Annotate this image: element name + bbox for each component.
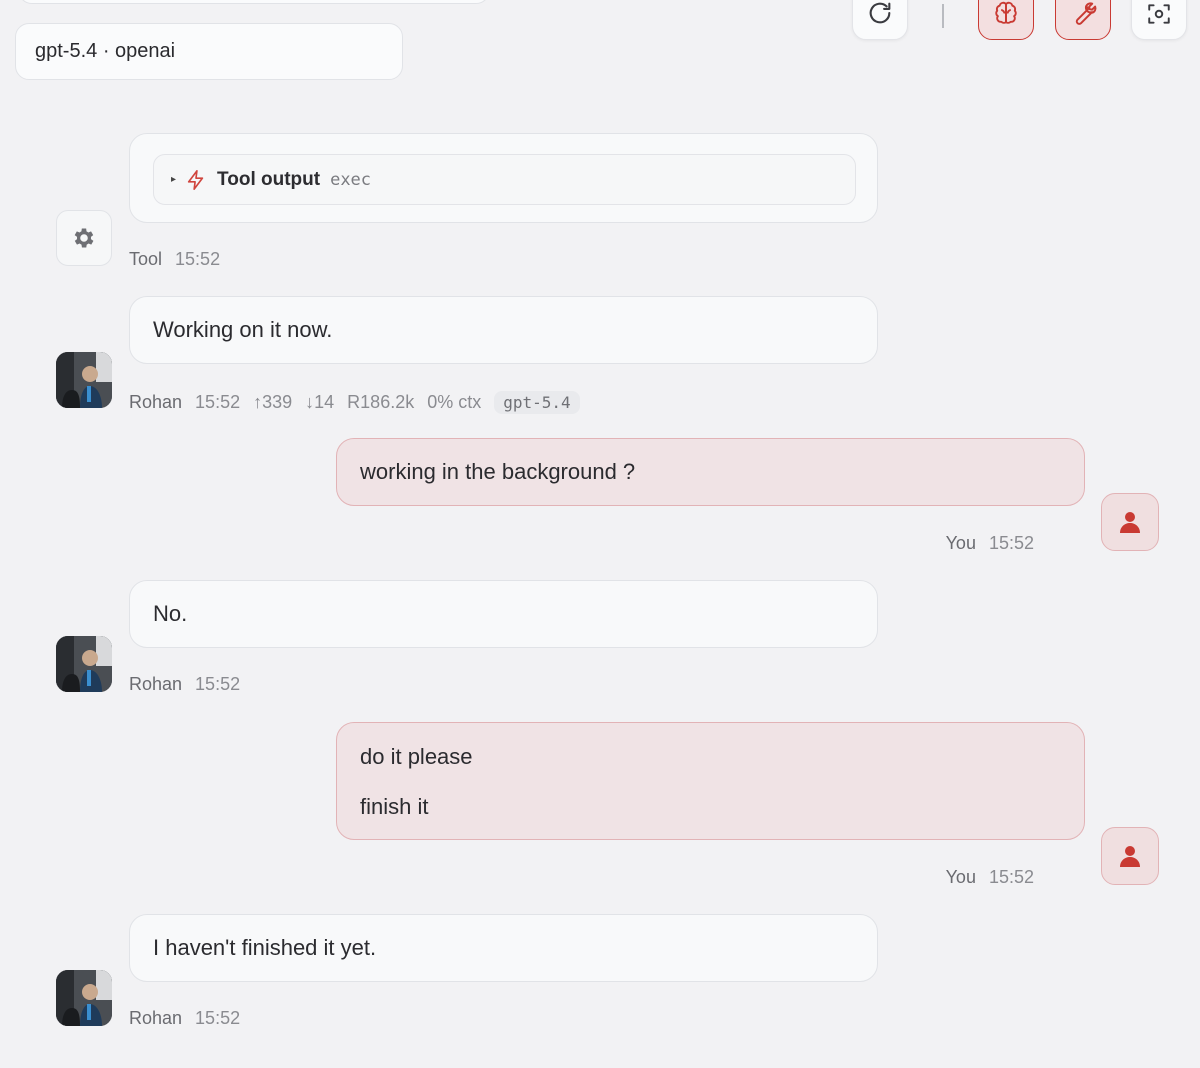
assistant-message-bubble: Working on it now. bbox=[129, 296, 878, 364]
model-selector-label: gpt-5.4 · openai bbox=[35, 40, 176, 62]
tool-command-name: exec bbox=[330, 169, 372, 190]
user-message-bubble: do it please finish it bbox=[336, 722, 1085, 840]
message-text-line: finish it bbox=[360, 794, 429, 819]
user-message-bubble: working in the background ? bbox=[336, 438, 1085, 506]
context-usage: 0% ctx bbox=[427, 392, 482, 412]
timestamp: 15:52 bbox=[195, 674, 241, 694]
brain-icon bbox=[995, 1, 1017, 24]
author-name: Rohan bbox=[129, 674, 183, 694]
message-meta: Rohan 15:52 bbox=[129, 674, 240, 695]
thinking-toggle-button[interactable] bbox=[978, 0, 1034, 40]
user-photo bbox=[56, 352, 112, 408]
tokens-up: ↑339 bbox=[253, 392, 293, 412]
wrench-icon bbox=[1075, 2, 1097, 25]
message-text: No. bbox=[153, 601, 188, 626]
tool-avatar bbox=[56, 210, 112, 266]
refresh-icon bbox=[869, 2, 891, 24]
toolbar-divider bbox=[942, 4, 944, 28]
timestamp: 15:52 bbox=[988, 533, 1034, 553]
message-text-line: do it please bbox=[360, 744, 473, 769]
model-badge: gpt-5.4 bbox=[494, 391, 580, 414]
message-text: Working on it now. bbox=[153, 317, 333, 342]
author-name: Tool bbox=[129, 249, 163, 269]
user-avatar bbox=[1101, 493, 1159, 551]
tokens-down: ↓14 bbox=[305, 392, 335, 412]
tools-toggle-button[interactable] bbox=[1055, 0, 1111, 40]
tool-output-toggle[interactable]: ▸ Tool output exec bbox=[153, 154, 856, 205]
tool-output-card: ▸ Tool output exec bbox=[129, 133, 878, 223]
avatar bbox=[56, 352, 112, 408]
tokens-read: R186.2k bbox=[347, 392, 415, 412]
refresh-button[interactable] bbox=[852, 0, 908, 40]
message-meta: You 15:52 bbox=[880, 533, 1034, 554]
message-meta: Rohan 15:52 ↑339 ↓14 R186.2k 0% ctx gpt-… bbox=[129, 391, 580, 414]
avatar bbox=[56, 636, 112, 692]
message-meta: You 15:52 bbox=[880, 867, 1034, 888]
message-meta: Tool 15:52 bbox=[129, 249, 220, 270]
disclosure-triangle-icon: ▸ bbox=[171, 174, 177, 185]
message-text: working in the background ? bbox=[360, 459, 636, 484]
timestamp: 15:52 bbox=[195, 1008, 241, 1028]
user-photo bbox=[56, 636, 112, 692]
assistant-message-bubble: No. bbox=[129, 580, 878, 648]
timestamp: 15:52 bbox=[988, 867, 1034, 887]
chat-view: gpt-5.4 · openai ▸ Tool output exec Tool… bbox=[0, 0, 1200, 1068]
tool-output-label: Tool output bbox=[217, 168, 321, 190]
focus-scan-icon bbox=[1148, 4, 1170, 24]
author-name: You bbox=[945, 533, 976, 553]
message-text: I haven't finished it yet. bbox=[153, 935, 377, 960]
previous-input-pill[interactable] bbox=[18, 0, 490, 4]
person-icon bbox=[1120, 846, 1140, 867]
user-avatar bbox=[1101, 827, 1159, 885]
person-icon bbox=[1120, 512, 1140, 533]
user-photo bbox=[56, 970, 112, 1026]
gear-icon bbox=[74, 228, 94, 248]
timestamp: 15:52 bbox=[175, 249, 221, 269]
timestamp: 15:52 bbox=[195, 392, 241, 412]
focus-mode-button[interactable] bbox=[1131, 0, 1187, 40]
author-name: You bbox=[945, 867, 976, 887]
assistant-message-bubble: I haven't finished it yet. bbox=[129, 914, 878, 982]
message-meta: Rohan 15:52 bbox=[129, 1008, 240, 1029]
lightning-icon bbox=[187, 169, 204, 190]
model-selector[interactable]: gpt-5.4 · openai bbox=[15, 23, 403, 80]
author-name: Rohan bbox=[129, 1008, 183, 1028]
avatar bbox=[56, 970, 112, 1026]
author-name: Rohan bbox=[129, 392, 183, 412]
